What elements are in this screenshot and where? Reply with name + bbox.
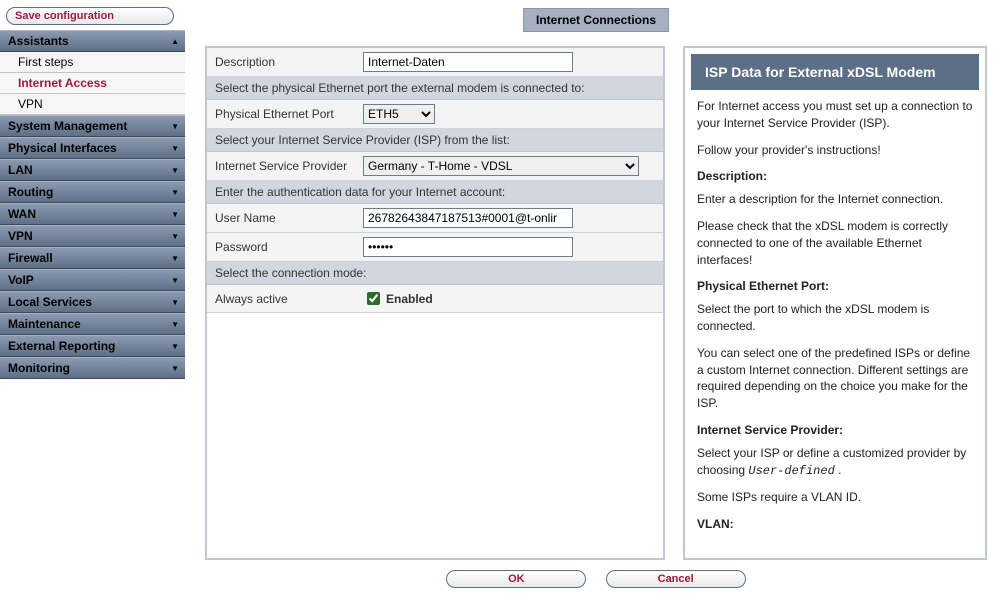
form-panel: Description Select the physical Ethernet… (205, 46, 665, 560)
password-input[interactable] (363, 237, 573, 257)
description-label: Description (207, 49, 357, 75)
nav-section-local-services[interactable]: Local Services ▼ (0, 291, 185, 313)
expand-icon: ▼ (171, 254, 179, 263)
help-text: For Internet access you must set up a co… (697, 98, 973, 132)
help-term-description: Description: (697, 168, 973, 185)
ethernet-port-select[interactable]: ETH5 (363, 104, 435, 124)
main-content: Internet Connections Description Select … (185, 0, 997, 596)
isp-select[interactable]: Germany - T-Home - VDSL (363, 156, 639, 176)
nav-section-maintenance[interactable]: Maintenance ▼ (0, 313, 185, 335)
save-configuration-button[interactable]: Save configuration (6, 7, 174, 25)
help-text: Select the port to which the xDSL modem … (697, 301, 973, 335)
nav-item-vpn[interactable]: VPN (0, 94, 185, 115)
nav-label: VoIP (8, 273, 34, 287)
help-text: You can select one of the predefined ISP… (697, 345, 973, 412)
sidebar: Save configuration Assistants ▲ First st… (0, 0, 185, 596)
help-text: Follow your provider's instructions! (697, 142, 973, 159)
help-body: For Internet access you must set up a co… (685, 98, 985, 533)
expand-icon: ▼ (171, 320, 179, 329)
ethernet-port-label: Physical Ethernet Port (207, 101, 357, 127)
nav-label: Assistants (8, 34, 69, 48)
nav-label: Physical Interfaces (8, 141, 117, 155)
collapse-icon: ▲ (171, 37, 179, 46)
nav-section-wan[interactable]: WAN ▼ (0, 203, 185, 225)
help-scroll-area[interactable]: ISP Data for External xDSL Modem For Int… (685, 48, 985, 558)
nav-section-vpn[interactable]: VPN ▼ (0, 225, 185, 247)
nav-label: VPN (8, 229, 33, 243)
nav-label: External Reporting (8, 339, 115, 353)
help-term-vlan: VLAN: (697, 516, 973, 533)
description-input[interactable] (363, 52, 573, 72)
expand-icon: ▼ (171, 232, 179, 241)
nav-section-firewall[interactable]: Firewall ▼ (0, 247, 185, 269)
nav-section-external-reporting[interactable]: External Reporting ▼ (0, 335, 185, 357)
expand-icon: ▼ (171, 364, 179, 373)
expand-icon: ▼ (171, 144, 179, 153)
nav-item-internet-access[interactable]: Internet Access (0, 73, 185, 94)
help-text: Enter a description for the Internet con… (697, 191, 973, 208)
nav-item-first-steps[interactable]: First steps (0, 52, 185, 73)
expand-icon: ▼ (171, 342, 179, 351)
nav-section-monitoring[interactable]: Monitoring ▼ (0, 357, 185, 379)
nav-section-assistants[interactable]: Assistants ▲ (0, 30, 185, 52)
ok-button[interactable]: OK (446, 570, 586, 588)
nav-label: Routing (8, 185, 53, 199)
help-term-isp: Internet Service Provider: (697, 422, 973, 439)
expand-icon: ▼ (171, 122, 179, 131)
username-input[interactable] (363, 208, 573, 228)
password-label: Password (207, 234, 357, 260)
nav-label: Maintenance (8, 317, 81, 331)
isp-label: Internet Service Provider (207, 153, 357, 179)
page-title: Internet Connections (523, 8, 669, 32)
enabled-text: Enabled (386, 292, 433, 306)
help-text: Select your ISP or define a customized p… (697, 445, 973, 480)
nav-label: LAN (8, 163, 33, 177)
nav-section-voip[interactable]: VoIP ▼ (0, 269, 185, 291)
help-panel: ISP Data for External xDSL Modem For Int… (683, 46, 987, 560)
cancel-button[interactable]: Cancel (606, 570, 746, 588)
expand-icon: ▼ (171, 276, 179, 285)
expand-icon: ▼ (171, 298, 179, 307)
nav-section-system-management[interactable]: System Management ▼ (0, 115, 185, 137)
nav-label: Monitoring (8, 361, 70, 375)
help-title: ISP Data for External xDSL Modem (691, 54, 979, 90)
nav-label: Firewall (8, 251, 53, 265)
expand-icon: ▼ (171, 166, 179, 175)
nav-label: Local Services (8, 295, 92, 309)
hint-ethernet-port: Select the physical Ethernet port the ex… (207, 77, 663, 100)
always-active-label: Always active (207, 286, 357, 312)
hint-connection-mode: Select the connection mode: (207, 262, 663, 285)
nav-section-physical-interfaces[interactable]: Physical Interfaces ▼ (0, 137, 185, 159)
button-bar: OK Cancel (205, 560, 987, 592)
enabled-checkbox[interactable] (367, 292, 380, 305)
help-term-port: Physical Ethernet Port: (697, 278, 973, 295)
expand-icon: ▼ (171, 210, 179, 219)
nav-section-lan[interactable]: LAN ▼ (0, 159, 185, 181)
help-text: Please check that the xDSL modem is corr… (697, 218, 973, 268)
enabled-checkbox-label: Enabled (363, 289, 657, 308)
hint-auth: Enter the authentication data for your I… (207, 181, 663, 204)
username-label: User Name (207, 205, 357, 231)
help-text: Some ISPs require a VLAN ID. (697, 489, 973, 506)
nav-section-routing[interactable]: Routing ▼ (0, 181, 185, 203)
hint-isp: Select your Internet Service Provider (I… (207, 129, 663, 152)
nav-label: WAN (8, 207, 36, 221)
expand-icon: ▼ (171, 188, 179, 197)
nav-label: System Management (8, 119, 127, 133)
